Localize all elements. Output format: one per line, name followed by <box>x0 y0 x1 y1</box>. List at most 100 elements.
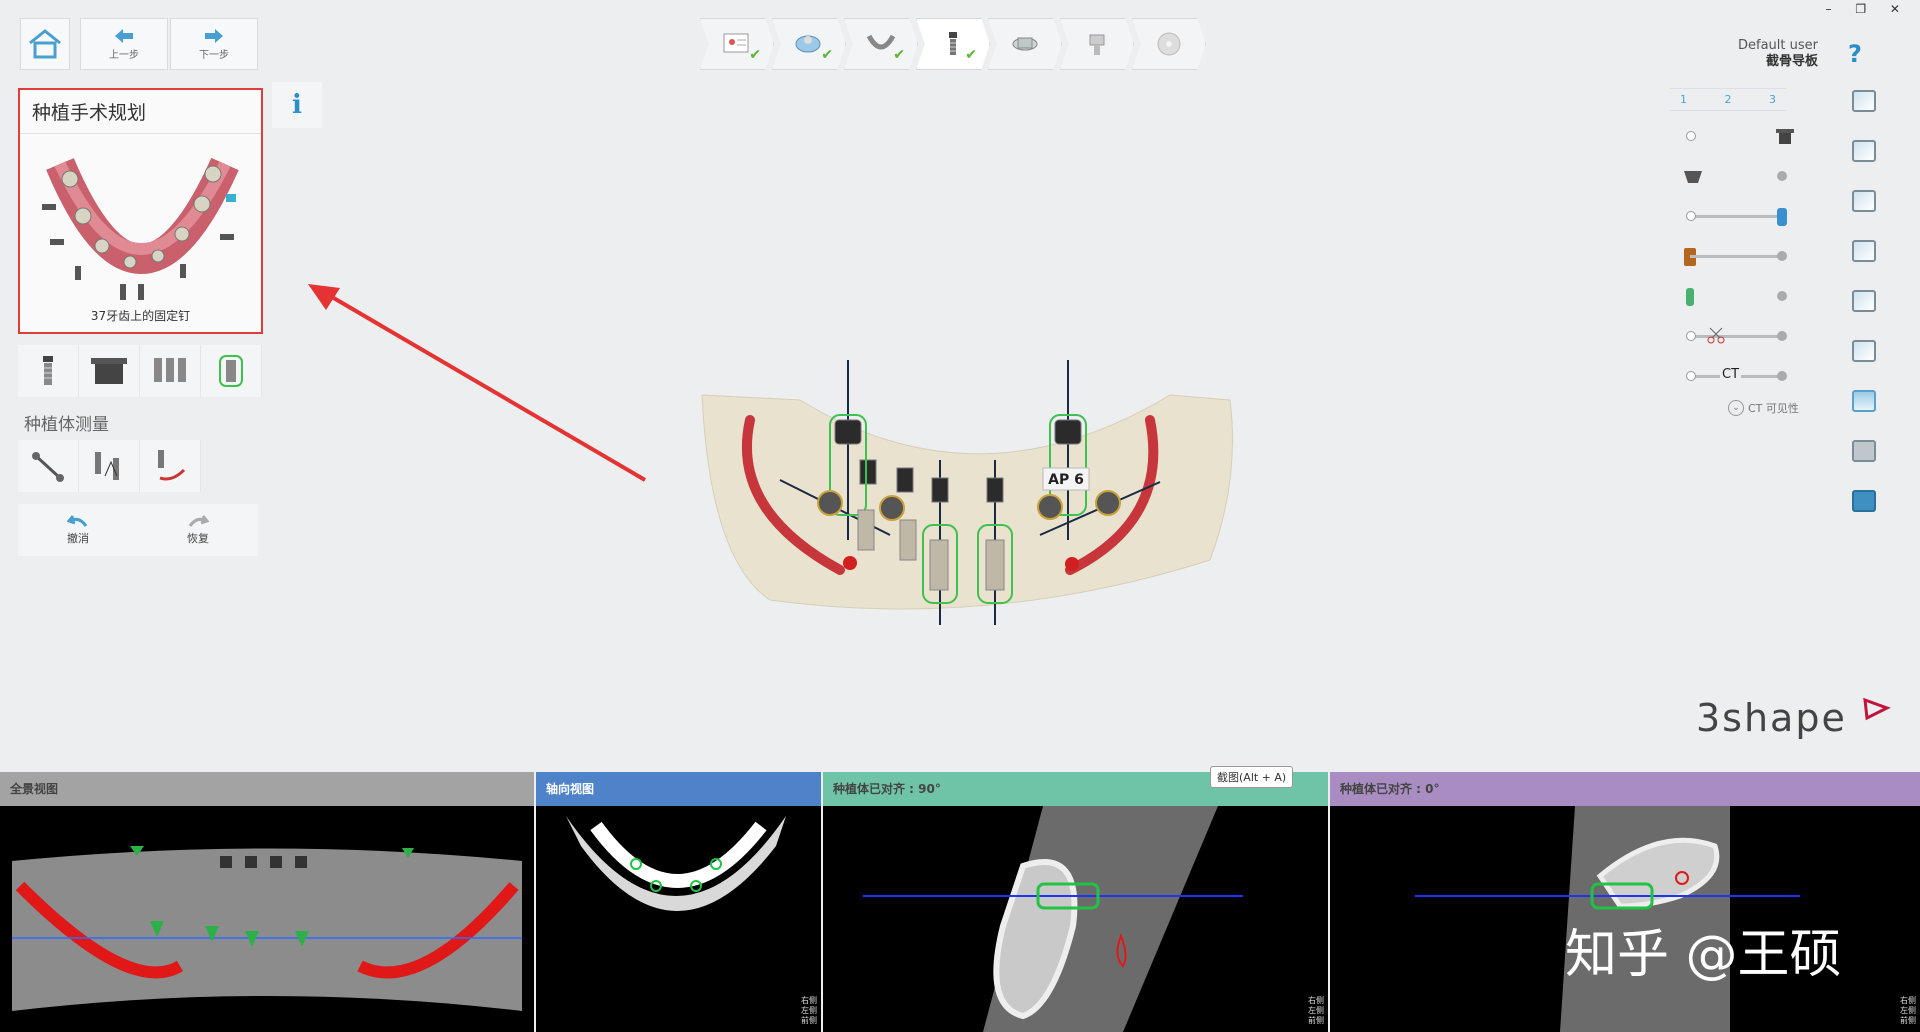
implant-aligned-0-header: 种植体已对齐 : 0° <box>1330 772 1920 806</box>
implant-aligned-0-view[interactable]: 种植体已对齐 : 0° 右侧 左侧 前侧 <box>1330 772 1920 1032</box>
disc-icon <box>1157 32 1181 56</box>
user-name: Default user <box>1738 38 1818 53</box>
user-info: Default user 截骨导板 <box>1738 38 1818 70</box>
step-implant-planning[interactable]: ✔ <box>916 18 990 70</box>
home-button[interactable] <box>20 18 70 70</box>
project-name: 截骨导板 <box>1765 54 1818 69</box>
layer-row-ct[interactable]: CT <box>1682 366 1792 386</box>
render-mode-icon[interactable] <box>1852 390 1876 412</box>
brand-mark-icon <box>1863 697 1891 721</box>
orient-mid: 左侧 <box>1308 1006 1324 1015</box>
axial-image[interactable] <box>536 806 821 1032</box>
scissors-icon <box>1707 327 1725 344</box>
measure-tools <box>18 440 201 492</box>
step-export[interactable] <box>1132 18 1206 70</box>
nerve-distance-button[interactable] <box>140 440 201 492</box>
step-guide-design[interactable] <box>988 18 1062 70</box>
layer-row-sleeves[interactable] <box>1682 126 1794 146</box>
distance-measure-button[interactable] <box>18 440 79 492</box>
view-front-icon[interactable] <box>1852 90 1876 112</box>
angle-measure-icon <box>95 452 119 480</box>
layer-column-numbers: 1 2 3 <box>1670 88 1786 111</box>
slider-knob[interactable] <box>1686 331 1696 341</box>
info-icon[interactable]: i <box>272 82 322 128</box>
camera-icon[interactable] <box>1852 440 1876 462</box>
home-icon <box>29 29 61 59</box>
prev-step-button[interactable]: 上一步 <box>80 18 168 70</box>
view-back-icon[interactable] <box>1852 140 1876 162</box>
slider-knob[interactable] <box>1686 211 1696 221</box>
guide-icon <box>1012 37 1038 51</box>
comment-icon[interactable] <box>1852 490 1876 512</box>
orient-mid: 左侧 <box>801 1006 817 1015</box>
layer-col-3[interactable]: 3 <box>1769 93 1776 106</box>
orient-mid: 左侧 <box>1900 1006 1916 1015</box>
layer-col-2[interactable]: 2 <box>1725 93 1732 106</box>
layer-toggle[interactable] <box>1777 171 1787 181</box>
brand-logo: 3shape <box>1696 696 1891 740</box>
step-sleeve[interactable] <box>1060 18 1134 70</box>
implant-aligned-90-image[interactable] <box>823 806 1328 1032</box>
layer-row-scan-opacity[interactable] <box>1682 206 1792 226</box>
step-done-icon: ✔ <box>965 47 977 63</box>
arrow-right-icon <box>205 28 223 43</box>
orientation-cube: 右侧 左侧 前侧 <box>1900 996 1916 1026</box>
step-scan-alignment[interactable]: ✔ <box>772 18 846 70</box>
next-step-button[interactable]: 下一步 <box>170 18 258 70</box>
next-step-label: 下一步 <box>199 49 229 61</box>
implant-highlight-tool-button[interactable] <box>201 345 262 397</box>
view-left-icon[interactable] <box>1852 190 1876 212</box>
undo-redo-bar: 撤消 恢复 <box>18 504 258 556</box>
undo-button[interactable]: 撤消 <box>18 504 138 556</box>
scan-layer-icon <box>1777 208 1787 226</box>
ap-label: AP 6 <box>1048 472 1084 488</box>
orient-top: 右侧 <box>1900 996 1916 1005</box>
view-top-icon[interactable] <box>1852 290 1876 312</box>
step-patient-data[interactable]: ✔ <box>700 18 774 70</box>
angle-measure-button[interactable] <box>79 440 140 492</box>
step-done-icon: ✔ <box>821 47 833 63</box>
sleeve-tool-button[interactable] <box>79 345 140 397</box>
window-controls[interactable]: – ❐ ✕ <box>1826 2 1910 16</box>
panorama-view[interactable]: 全景视图 <box>0 772 534 1032</box>
slider-knob[interactable] <box>1777 371 1787 381</box>
view-right-icon[interactable] <box>1852 240 1876 262</box>
step-nerve-marking[interactable]: ✔ <box>844 18 918 70</box>
opacity-slider[interactable] <box>1690 215 1786 218</box>
jaw-thumbnail[interactable] <box>20 134 261 304</box>
layer-toggle[interactable] <box>1686 131 1696 141</box>
axial-view-header: 轴向视图 <box>536 772 821 806</box>
layer-row-bone-opacity[interactable] <box>1682 246 1792 266</box>
opacity-slider[interactable] <box>1690 255 1786 258</box>
layer-row-guide[interactable] <box>1682 166 1792 186</box>
view-bottom-icon[interactable] <box>1852 340 1876 362</box>
layer-row-implants[interactable] <box>1682 286 1792 306</box>
implant-aligned-90-view[interactable]: 种植体已对齐 : 90° 右侧 左侧 前侧 <box>823 772 1328 1032</box>
implant-tool-button[interactable] <box>18 345 79 397</box>
panorama-image[interactable] <box>0 806 534 1032</box>
view-icons <box>1852 90 1882 540</box>
redo-button[interactable]: 恢复 <box>138 504 258 556</box>
layer-row-cut[interactable] <box>1682 326 1792 346</box>
brand-text: 3shape <box>1696 696 1847 740</box>
measure-section-label: 种植体测量 <box>24 415 109 435</box>
panorama-view-header: 全景视图 <box>0 772 534 806</box>
implant-layer-icon <box>1686 288 1694 306</box>
layer-toggle[interactable] <box>1777 291 1787 301</box>
axial-view[interactable]: 轴向视图 右侧 左侧 前侧 <box>536 772 821 1032</box>
prev-step-label: 上一步 <box>109 49 139 61</box>
cut-slider[interactable] <box>1690 335 1786 338</box>
watermark: 知乎 @王硕 <box>1565 925 1842 985</box>
ct-visibility-toggle[interactable]: ⌄ CT 可见性 <box>1728 400 1799 416</box>
slider-knob[interactable] <box>1777 251 1787 261</box>
layer-col-1[interactable]: 1 <box>1680 93 1687 106</box>
implant-icon <box>43 356 53 385</box>
multi-implant-tool-button[interactable] <box>140 345 201 397</box>
3d-jaw-scene[interactable]: AP 6 <box>690 360 1250 630</box>
help-icon[interactable]: ? <box>1848 40 1862 68</box>
orient-top: 右侧 <box>1308 996 1324 1005</box>
slider-knob[interactable] <box>1777 331 1787 341</box>
distance-measure-icon <box>32 452 64 482</box>
slider-knob[interactable] <box>1686 371 1696 381</box>
guide-layer-icon <box>1684 171 1702 183</box>
